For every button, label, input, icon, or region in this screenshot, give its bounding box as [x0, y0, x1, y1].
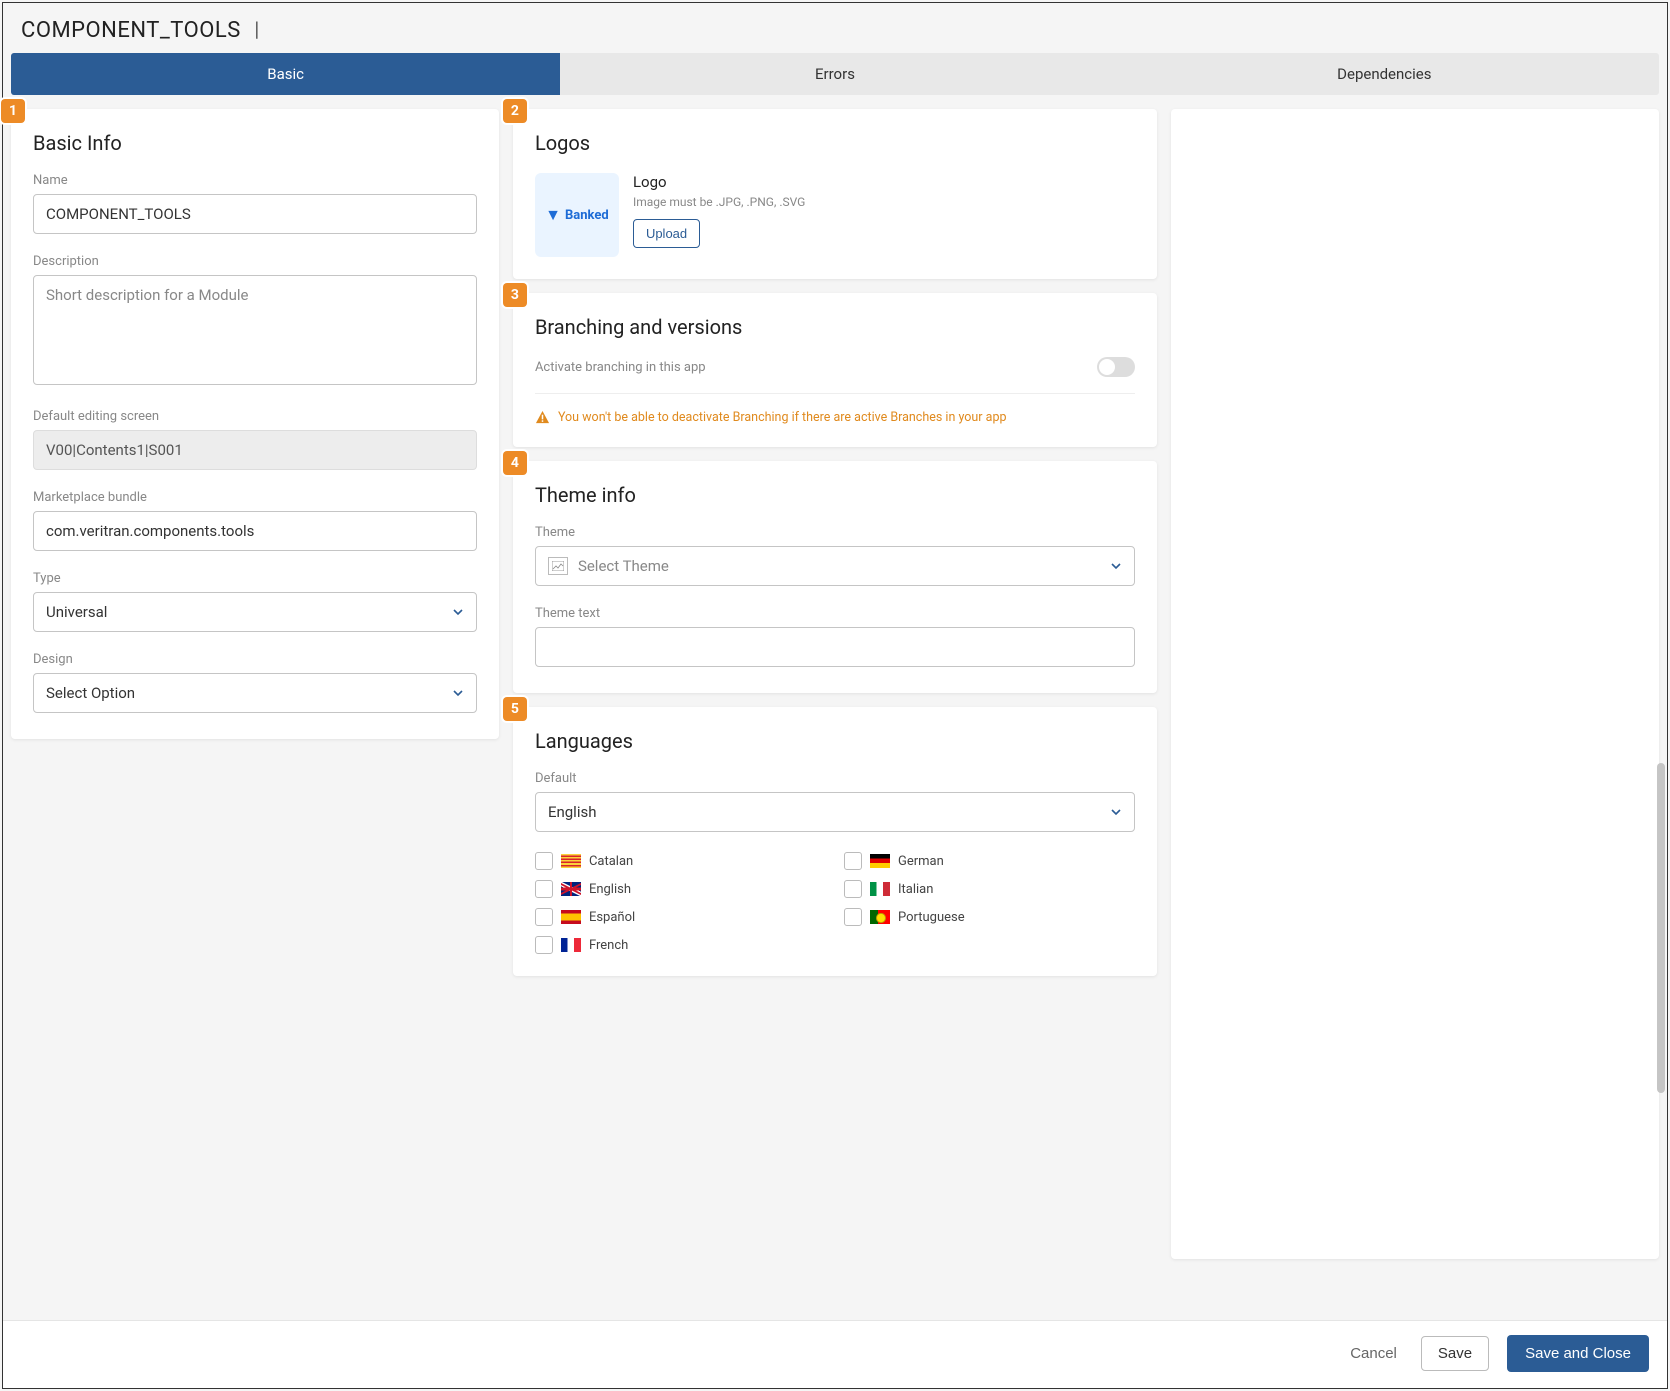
description-textarea[interactable] [33, 275, 477, 385]
checkbox[interactable] [535, 908, 553, 926]
logos-card: 2 Logos ▼ Banked Logo Image must be .JPG… [513, 109, 1157, 279]
header: COMPONENT_TOOLS | [3, 3, 1667, 53]
bundle-label: Marketplace bundle [33, 490, 477, 505]
checkbox[interactable] [844, 852, 862, 870]
footer: Cancel Save Save and Close [3, 1320, 1667, 1388]
type-select-value: Universal [46, 603, 107, 621]
name-input[interactable] [33, 194, 477, 234]
branching-card: 3 Branching and versions Activate branch… [513, 293, 1157, 447]
save-button[interactable]: Save [1421, 1336, 1489, 1371]
checkbox[interactable] [535, 880, 553, 898]
default-screen-label: Default editing screen [33, 409, 477, 424]
type-select[interactable]: Universal [33, 592, 477, 632]
title-separator: | [254, 17, 259, 41]
chevron-down-icon [1110, 806, 1122, 818]
language-label: French [589, 938, 628, 953]
badge-4: 4 [503, 451, 527, 475]
tabs: Basic Errors Dependencies [11, 53, 1659, 95]
language-option-english[interactable]: English [535, 880, 826, 898]
branching-toggle-label: Activate branching in this app [535, 360, 706, 375]
logos-heading: Logos [535, 131, 1135, 155]
language-label: Español [589, 910, 635, 925]
logo-thumb-text: Banked [565, 208, 609, 223]
branching-heading: Branching and versions [535, 315, 1135, 339]
logo-thumbnail: ▼ Banked [535, 173, 619, 257]
theme-select[interactable]: Select Theme [535, 546, 1135, 586]
language-label: Catalan [589, 854, 633, 869]
default-language-select[interactable]: English [535, 792, 1135, 832]
bundle-input[interactable] [33, 511, 477, 551]
languages-card: 5 Languages Default English Catalan [513, 707, 1157, 976]
logo-hint: Image must be .JPG, .PNG, .SVG [633, 195, 805, 209]
flag-spanish-icon [561, 910, 581, 924]
broken-image-icon [548, 557, 568, 575]
badge-5: 5 [503, 697, 527, 721]
upload-button[interactable]: Upload [633, 219, 700, 248]
theme-text-input[interactable] [535, 627, 1135, 667]
save-and-close-button[interactable]: Save and Close [1507, 1335, 1649, 1372]
branching-warning-text: You won't be able to deactivate Branchin… [558, 410, 1007, 425]
language-label: Portuguese [898, 910, 965, 925]
logo-label: Logo [633, 173, 805, 191]
language-option-spanish[interactable]: Español [535, 908, 826, 926]
tab-dependencies[interactable]: Dependencies [1110, 53, 1659, 95]
flag-german-icon [870, 854, 890, 868]
checkbox[interactable] [844, 908, 862, 926]
theme-label: Theme [535, 525, 1135, 540]
design-select[interactable]: Select Option [33, 673, 477, 713]
tab-errors[interactable]: Errors [560, 53, 1109, 95]
theme-select-placeholder: Select Theme [578, 557, 669, 575]
badge-2: 2 [503, 99, 527, 123]
languages-heading: Languages [535, 729, 1135, 753]
checkbox[interactable] [535, 852, 553, 870]
language-option-italian[interactable]: Italian [844, 880, 1135, 898]
basic-info-card: 1 Basic Info Name Description Default ed… [11, 109, 499, 739]
logo-bolt-icon: ▼ [545, 205, 561, 225]
badge-3: 3 [503, 283, 527, 307]
type-label: Type [33, 571, 477, 586]
warning-icon [535, 410, 550, 425]
chevron-down-icon [452, 606, 464, 618]
cancel-button[interactable]: Cancel [1344, 1344, 1403, 1363]
language-label: English [589, 882, 631, 897]
language-label: Italian [898, 882, 933, 897]
chevron-down-icon [1110, 560, 1122, 572]
language-label: German [898, 854, 944, 869]
checkbox[interactable] [535, 936, 553, 954]
theme-card: 4 Theme info Theme Select Theme [513, 461, 1157, 693]
default-screen-input [33, 430, 477, 470]
basic-info-heading: Basic Info [33, 131, 477, 155]
checkbox[interactable] [844, 880, 862, 898]
branching-toggle[interactable] [1097, 357, 1135, 377]
language-option-french[interactable]: French [535, 936, 826, 954]
flag-english-icon [561, 882, 581, 896]
language-option-portuguese[interactable]: Portuguese [844, 908, 1135, 926]
flag-portuguese-icon [870, 910, 890, 924]
chevron-down-icon [452, 687, 464, 699]
language-option-german[interactable]: German [844, 852, 1135, 870]
theme-heading: Theme info [535, 483, 1135, 507]
tab-basic[interactable]: Basic [11, 53, 560, 95]
flag-french-icon [561, 938, 581, 952]
page-title: COMPONENT_TOOLS [21, 18, 241, 43]
default-language-value: English [548, 803, 597, 821]
default-language-label: Default [535, 771, 1135, 786]
theme-text-label: Theme text [535, 606, 1135, 621]
design-select-value: Select Option [46, 684, 135, 702]
badge-1: 1 [1, 99, 25, 123]
flag-italian-icon [870, 882, 890, 896]
design-label: Design [33, 652, 477, 667]
description-label: Description [33, 254, 477, 269]
name-label: Name [33, 173, 477, 188]
language-option-catalan[interactable]: Catalan [535, 852, 826, 870]
flag-catalan-icon [561, 854, 581, 868]
scrollbar-thumb[interactable] [1657, 763, 1665, 1093]
empty-card [1171, 109, 1659, 1259]
